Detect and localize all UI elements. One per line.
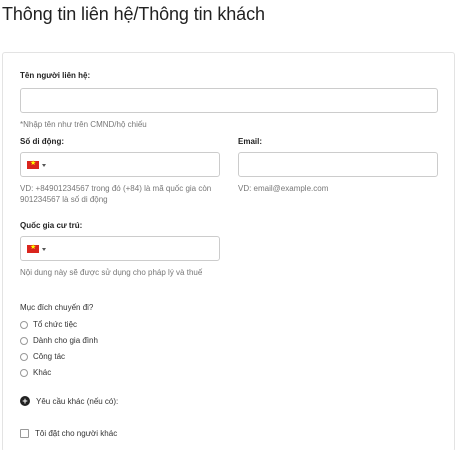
- radio-label: Dành cho gia đình: [33, 336, 98, 345]
- radio-button[interactable]: [20, 336, 28, 345]
- trip-purpose-option-party[interactable]: Tổ chức tiệc: [20, 320, 77, 329]
- radio-button[interactable]: [20, 352, 28, 361]
- contact-name-label: Tên người liên hệ:: [20, 71, 91, 80]
- radio-label: Khác: [33, 368, 52, 377]
- email-input[interactable]: [238, 152, 438, 177]
- email-label: Email:: [238, 137, 263, 146]
- vietnam-flag-icon: [27, 243, 39, 253]
- residence-label: Quốc gia cư trú:: [20, 221, 83, 230]
- book-for-others-row[interactable]: Tôi đặt cho người khác: [20, 429, 117, 438]
- contact-name-input[interactable]: [20, 88, 438, 113]
- chevron-down-icon: [42, 247, 46, 251]
- phone-hint-line2: 901234567 là số di động: [20, 195, 108, 204]
- radio-label: Công tác: [33, 352, 66, 361]
- radio-button[interactable]: [20, 368, 28, 377]
- residence-hint: Nội dung này sẽ được sử dụng cho pháp lý…: [20, 268, 203, 277]
- residence-country-select[interactable]: [27, 243, 46, 253]
- residence-country-input[interactable]: [20, 236, 220, 261]
- vietnam-flag-icon: [27, 159, 39, 169]
- phone-country-select[interactable]: [27, 159, 46, 169]
- radio-button[interactable]: [20, 320, 28, 329]
- contact-name-hint: *Nhập tên như trên CMND/hộ chiếu: [20, 120, 147, 129]
- trip-purpose-option-family[interactable]: Dành cho gia đình: [20, 336, 98, 345]
- radio-label: Tổ chức tiệc: [33, 320, 78, 329]
- trip-purpose-question: Mục đích chuyến đi?: [20, 303, 94, 312]
- contact-info-card: Tên người liên hệ: *Nhập tên như trên CM…: [2, 52, 455, 450]
- other-request-label: Yêu cầu khác (nếu có):: [36, 396, 119, 406]
- book-for-others-label: Tôi đặt cho người khác: [35, 429, 118, 438]
- plus-circle-icon: +: [20, 396, 30, 406]
- page-title: Thông tin liên hệ/Thông tin khách: [2, 4, 265, 24]
- trip-purpose-option-business[interactable]: Công tác: [20, 352, 65, 361]
- phone-input[interactable]: [20, 152, 220, 177]
- trip-purpose-option-other[interactable]: Khác: [20, 368, 51, 377]
- book-for-others-checkbox[interactable]: [20, 429, 29, 438]
- chevron-down-icon: [42, 163, 46, 167]
- other-request-toggle[interactable]: + Yêu cầu khác (nếu có):: [20, 396, 118, 406]
- email-hint: VD: email@example.com: [238, 184, 329, 193]
- phone-label: Số di động:: [20, 137, 64, 146]
- phone-hint-line1: VD: +84901234567 trong đó (+84) là mã qu…: [20, 184, 212, 193]
